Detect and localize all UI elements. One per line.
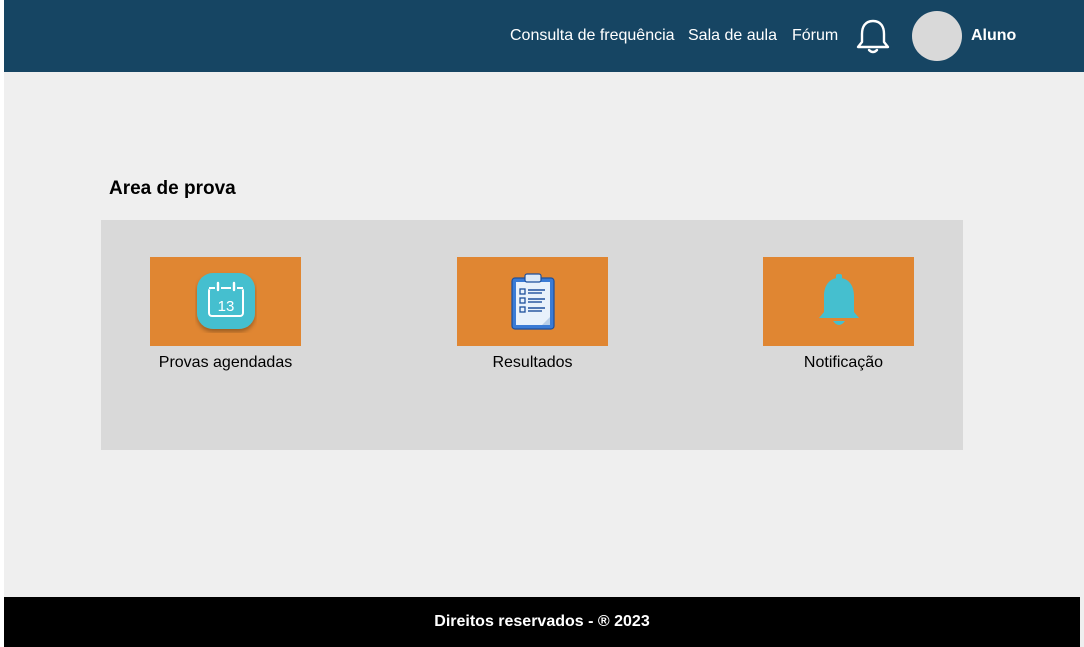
exam-area-panel: 13 Provas agendadas Resultados Notificaç…	[101, 220, 963, 450]
bell-outline-icon	[856, 19, 890, 54]
nav-link-sala-de-aula[interactable]: Sala de aula	[688, 27, 777, 45]
calendar-icon: 13	[196, 272, 255, 329]
card-provas-agendadas[interactable]: 13 Provas agendadas	[150, 257, 301, 371]
calendar-day-text: 13	[217, 298, 234, 315]
card-tile[interactable]	[763, 257, 914, 346]
card-tile[interactable]	[457, 257, 608, 346]
section-title: Area de prova	[109, 178, 236, 199]
card-tile[interactable]: 13	[150, 257, 301, 346]
card-resultados[interactable]: Resultados	[457, 257, 608, 371]
nav-link-consulta-frequencia[interactable]: Consulta de frequência	[510, 27, 675, 45]
page: Consulta de frequência Sala de aula Fóru…	[4, 0, 1084, 647]
user-avatar[interactable]	[912, 11, 962, 61]
card-label[interactable]: Resultados	[437, 354, 628, 372]
notifications-button[interactable]	[853, 17, 893, 57]
card-label[interactable]: Provas agendadas	[130, 354, 321, 372]
clipboard-checklist-icon	[510, 272, 555, 330]
footer: Direitos reservados - ® 2023	[4, 597, 1080, 647]
nav-link-forum[interactable]: Fórum	[792, 27, 838, 45]
user-name[interactable]: Aluno	[971, 27, 1016, 45]
footer-copyright: Direitos reservados - ® 2023	[434, 613, 650, 630]
bell-icon	[818, 273, 859, 325]
card-label[interactable]: Notificação	[748, 354, 939, 372]
card-notificacao[interactable]: Notificação	[763, 257, 914, 371]
top-navbar: Consulta de frequência Sala de aula Fóru…	[4, 0, 1084, 72]
